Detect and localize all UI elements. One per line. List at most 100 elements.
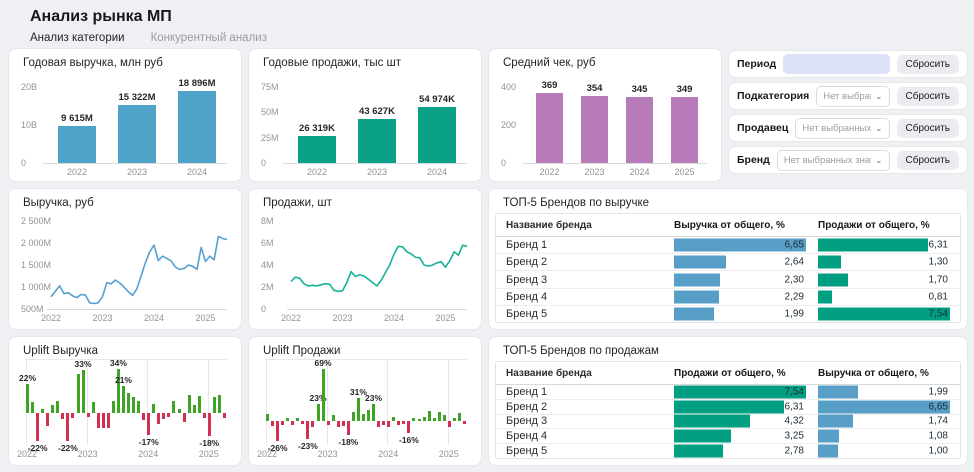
chart-title: Годовые продажи, тыс шт <box>263 57 401 69</box>
year-gridline <box>266 359 267 445</box>
uplift-bar-positive <box>322 369 325 421</box>
x-axis-label: 2022 <box>41 313 61 323</box>
x-axis-label: 2024 <box>384 313 404 323</box>
brand-name: Бренд 5 <box>506 308 662 320</box>
uplift-bar-negative <box>407 421 410 433</box>
uplift-bar-negative <box>291 421 294 425</box>
uplift-bar-negative <box>167 413 170 417</box>
percent-value: 1,74 <box>929 416 948 427</box>
card-top-brands-revenue: ТОП-5 Брендов по выручке Название бренда… <box>488 188 968 330</box>
subcategory-select[interactable]: Нет выбранных значений ⌄ <box>816 86 889 107</box>
chart-title: Годовая выручка, млн руб <box>23 57 163 69</box>
brand-select[interactable]: Нет выбранных значений ⌄ <box>777 150 890 171</box>
percent-bar <box>674 430 731 443</box>
uplift-bar-positive <box>77 374 80 413</box>
percent-value: 2,29 <box>785 291 804 302</box>
table-header-col1: Выручка от общего, % <box>674 220 806 231</box>
uplift-bar-positive <box>266 414 269 422</box>
table-header-row: Название брендаВыручка от общего, %Прода… <box>496 214 960 237</box>
select-placeholder: Нет выбранных значений <box>823 91 871 102</box>
y-axis-label: 400 <box>501 82 516 92</box>
table-header-name: Название бренда <box>506 368 662 379</box>
table-row: Бренд 42,290,81 <box>496 288 960 305</box>
bar-value-label: 54 974K <box>419 94 455 105</box>
uplift-bar-negative <box>87 413 90 417</box>
x-axis-line <box>287 309 467 310</box>
uplift-bar-positive <box>178 409 181 413</box>
card-top-brands-sales: ТОП-5 Брендов по продажам Название бренд… <box>488 336 968 466</box>
uplift-bar-positive <box>458 413 461 421</box>
uplift-bar-negative <box>327 421 330 425</box>
card-avg-check: Средний чек, руб 02004003692022354202334… <box>488 48 722 182</box>
percent-bar <box>818 256 841 269</box>
uplift-bar-positive <box>453 418 456 421</box>
percent-bar-cell: 6,65 <box>674 237 806 253</box>
uplift-bar-negative <box>61 413 64 419</box>
y-axis-label: 2M <box>261 282 274 292</box>
percent-bar-cell: 1,74 <box>818 415 950 429</box>
uplift-bar-positive <box>122 386 125 413</box>
brand-name: Бренд 2 <box>506 256 662 268</box>
percent-bar-cell: 1,08 <box>818 429 950 443</box>
percent-bar <box>818 445 838 458</box>
percent-value: 7,54 <box>785 386 804 397</box>
reset-subcategory-button[interactable]: Сбросить <box>897 87 959 106</box>
uplift-bar-positive <box>127 393 130 412</box>
uplift-bar-positive <box>443 415 446 421</box>
percent-bar <box>674 256 726 269</box>
year-gridline <box>387 359 388 445</box>
uplift-bar-negative <box>448 421 451 426</box>
uplift-bar-positive <box>372 404 375 421</box>
plot-top-line <box>265 359 467 360</box>
y-axis-label: 2 500M <box>21 216 51 226</box>
x-axis-label: 2024 <box>138 449 158 459</box>
uplift-bar-positive <box>41 409 44 413</box>
percent-bar <box>818 385 858 398</box>
uplift-bar-negative <box>347 421 350 435</box>
table-row: Бренд 17,541,99 <box>496 385 960 399</box>
uplift-bar-positive <box>423 417 426 422</box>
brand-name: Бренд 2 <box>506 401 662 413</box>
uplift-bar-positive <box>56 401 59 413</box>
y-axis-label: 25M <box>261 133 279 143</box>
card-uplift-revenue: Uplift Выручка 202220232024202522%-22%-2… <box>8 336 242 466</box>
uplift-bar-positive <box>112 401 115 413</box>
uplift-bar-positive <box>296 418 299 422</box>
brand-name: Бренд 1 <box>506 386 662 398</box>
uplift-bar-negative <box>183 413 186 422</box>
period-input[interactable] <box>783 54 889 74</box>
table-header-row: Название брендаПродажи от общего, %Выруч… <box>496 362 960 385</box>
table-header-col1: Продажи от общего, % <box>674 368 806 379</box>
reset-brand-button[interactable]: Сбросить <box>897 151 959 170</box>
x-axis-line <box>43 163 227 164</box>
select-placeholder: Нет выбранных значений <box>784 155 871 166</box>
filter-subcategory: Подкатегория Нет выбранных значений ⌄ Сб… <box>728 82 968 110</box>
x-axis-label: 2022 <box>539 167 559 177</box>
uplift-bar-positive <box>152 404 155 413</box>
percent-bar-cell: 2,29 <box>674 289 806 305</box>
reset-seller-button[interactable]: Сбросить <box>897 119 959 138</box>
x-axis-label: 2023 <box>78 449 98 459</box>
card-uplift-sales: Uplift Продажи 2022202320242025-26%-23%2… <box>248 336 482 466</box>
brand-name: Бренд 3 <box>506 415 662 427</box>
uplift-bar-negative <box>337 421 340 426</box>
uplift-bar-negative <box>102 413 105 428</box>
percent-value: 7,54 <box>929 308 948 319</box>
uplift-bar-negative <box>402 421 405 424</box>
reset-period-button[interactable]: Сбросить <box>897 55 959 74</box>
select-placeholder: Нет выбранных значений <box>802 123 871 134</box>
table-row: Бренд 34,321,74 <box>496 414 960 429</box>
x-axis-label: 2022 <box>307 167 327 177</box>
uplift-value-label: -17% <box>139 437 159 447</box>
percent-bar <box>674 400 784 413</box>
uplift-value-label: -18% <box>338 437 358 447</box>
table-row: Бренд 52,781,00 <box>496 443 960 458</box>
brand-name: Бренд 1 <box>506 239 662 251</box>
x-axis-label: 2023 <box>318 449 338 459</box>
x-axis-label: 2023 <box>92 313 112 323</box>
percent-value: 6,65 <box>785 240 804 251</box>
seller-select[interactable]: Нет выбранных значений ⌄ <box>795 118 889 139</box>
x-axis-label: 2025 <box>436 313 456 323</box>
uplift-value-label: 33% <box>75 359 92 369</box>
bar-value-label: 43 627K <box>359 106 395 117</box>
